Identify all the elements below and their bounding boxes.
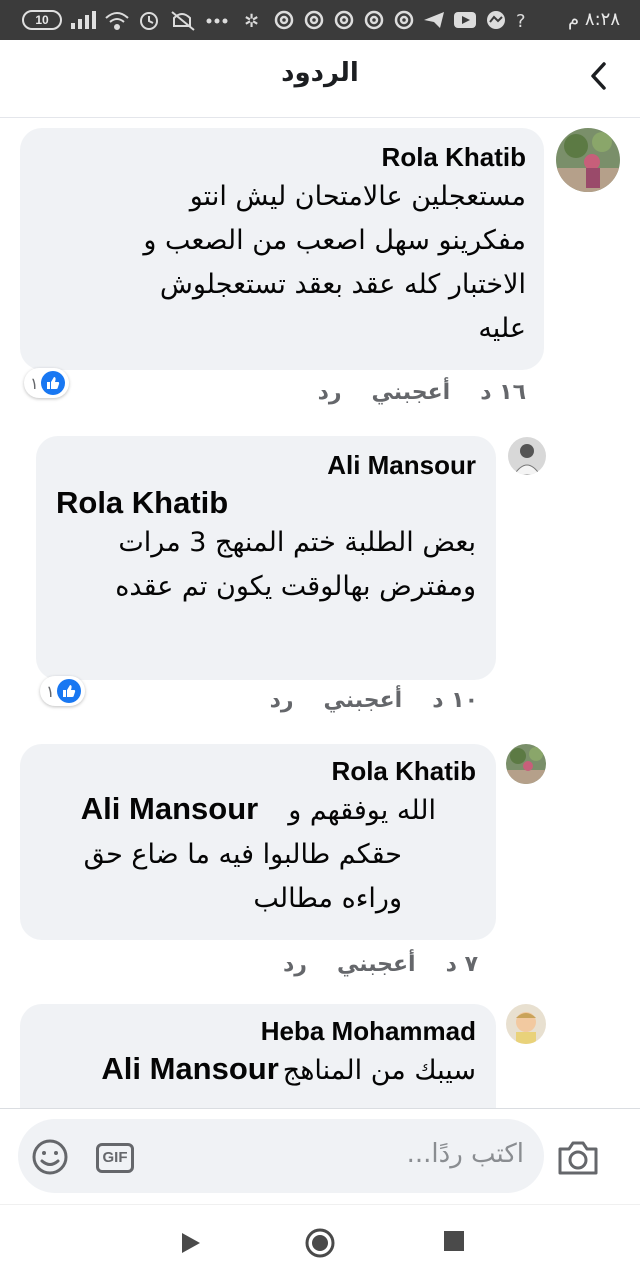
comment-line: وراءه مطالب	[253, 883, 402, 914]
comment-line: مفكرينو سهل اصعب من الصعب و	[143, 225, 526, 256]
comment-line: حقكم طالبوا فيه ما ضاع حق	[83, 839, 402, 870]
comment-line: سيبك من المناهج	[282, 1055, 476, 1086]
comment-bubble[interactable]: Rola Khatib الله يوفقهم و Ali Mansour حق…	[20, 744, 496, 940]
reply-link[interactable]: رد	[318, 380, 342, 405]
clock: ٨:٢٨ م	[568, 9, 620, 30]
comment-text: مستعجلين عالامتحان ليش انتو مفكرينو سهل …	[38, 175, 526, 351]
reply-placeholder: اكتب ردًا...	[406, 1139, 524, 1169]
reply-input[interactable]: اكتب ردًا... GIF	[18, 1119, 544, 1193]
comment-first-line: الله يوفقهم و Ali Mansour	[40, 789, 476, 833]
home-circle-icon[interactable]	[304, 1227, 336, 1263]
svg-text:?: ?	[516, 11, 532, 32]
page-title: الردود	[281, 58, 359, 88]
comment-first-line: سيبك من المناهج Ali Mansour	[40, 1049, 476, 1093]
comment-author[interactable]: Rola Khatib	[40, 756, 476, 787]
avatar[interactable]	[556, 128, 620, 192]
comment-line: الاختبار كله عقد بعقد تستعجلوش	[159, 269, 526, 300]
comment-actions: ١٠ د أعجبني رد	[270, 688, 478, 713]
reaction-count[interactable]: ١	[40, 676, 85, 706]
svg-text:✲: ✲	[244, 11, 265, 32]
chevron-left-icon[interactable]	[582, 58, 618, 94]
comment-actions: ١٦ د أعجبني رد	[318, 380, 526, 405]
comment-author[interactable]: Heba Mohammad	[40, 1016, 476, 1047]
reply-link[interactable]: رد	[283, 952, 307, 977]
comment-line: ومفترض بهالوقت يكون تم عقده	[115, 571, 476, 602]
comment-text: حقكم طالبوا فيه ما ضاع حق وراءه مطالب	[40, 833, 476, 921]
comment-time: ٧ د	[445, 952, 478, 977]
system-nav-bar	[0, 1204, 640, 1280]
reply-composer: اكتب ردًا... GIF	[0, 1108, 640, 1204]
comment-line: عليه	[478, 313, 526, 344]
status-icons: ✲ ?	[104, 8, 544, 37]
back-triangle-icon[interactable]	[176, 1229, 204, 1261]
header: الردود	[0, 40, 640, 118]
comment-author[interactable]: Rola Khatib	[38, 142, 526, 173]
wifi-icon	[105, 12, 129, 23]
avatar[interactable]	[506, 744, 546, 784]
comment-text: بعض الطلبة ختم المنهج 3 مرات ومفترض بهال…	[56, 521, 476, 609]
reaction-count[interactable]: ١	[24, 368, 69, 398]
comment-author[interactable]: Ali Mansour	[56, 450, 476, 481]
emoji-icon[interactable]	[30, 1137, 70, 1181]
avatar[interactable]	[508, 437, 546, 475]
recents-square-icon[interactable]	[442, 1229, 466, 1257]
gif-button[interactable]: GIF	[96, 1143, 134, 1173]
like-icon	[40, 371, 65, 395]
like-icon	[56, 679, 81, 703]
like-link[interactable]: أعجبني	[337, 952, 416, 977]
comment-time: ١٦ د	[480, 380, 526, 405]
mute-icon	[171, 11, 195, 31]
mention-tag[interactable]: Ali Mansour	[101, 1051, 278, 1087]
status-bar: 10 ✲ ? ٨:٢٨ م	[0, 0, 640, 40]
like-link[interactable]: أعجبني	[324, 688, 403, 713]
camera-icon[interactable]	[556, 1139, 600, 1181]
reaction-number: ١	[30, 373, 39, 393]
battery-icon: 10	[22, 10, 62, 30]
like-link[interactable]: أعجبني	[372, 380, 451, 405]
reply-link[interactable]: رد	[270, 688, 294, 713]
reaction-number: ١	[46, 681, 55, 701]
mention-tag[interactable]: Rola Khatib	[56, 485, 476, 521]
signal-icon	[70, 11, 98, 33]
comment-time: ١٠ د	[432, 688, 478, 713]
comment-bubble[interactable]: Rola Khatib مستعجلين عالامتحان ليش انتو …	[20, 128, 544, 370]
comment-line: مستعجلين عالامتحان ليش انتو	[189, 181, 526, 212]
mention-tag[interactable]: Ali Mansour	[81, 791, 258, 827]
comment-bubble[interactable]: Ali Mansour Rola Khatib بعض الطلبة ختم ا…	[36, 436, 496, 680]
comment-line: بعض الطلبة ختم المنهج 3 مرات	[118, 527, 476, 558]
comment-actions: ٧ د أعجبني رد	[283, 952, 478, 977]
partial-comment-clip: Heba Mohammad سيبك من المناهج Ali Mansou…	[0, 1004, 640, 1108]
comment-line: الله يوفقهم و	[288, 795, 436, 826]
comment-bubble[interactable]: Heba Mohammad سيبك من المناهج Ali Mansou…	[20, 1004, 496, 1108]
